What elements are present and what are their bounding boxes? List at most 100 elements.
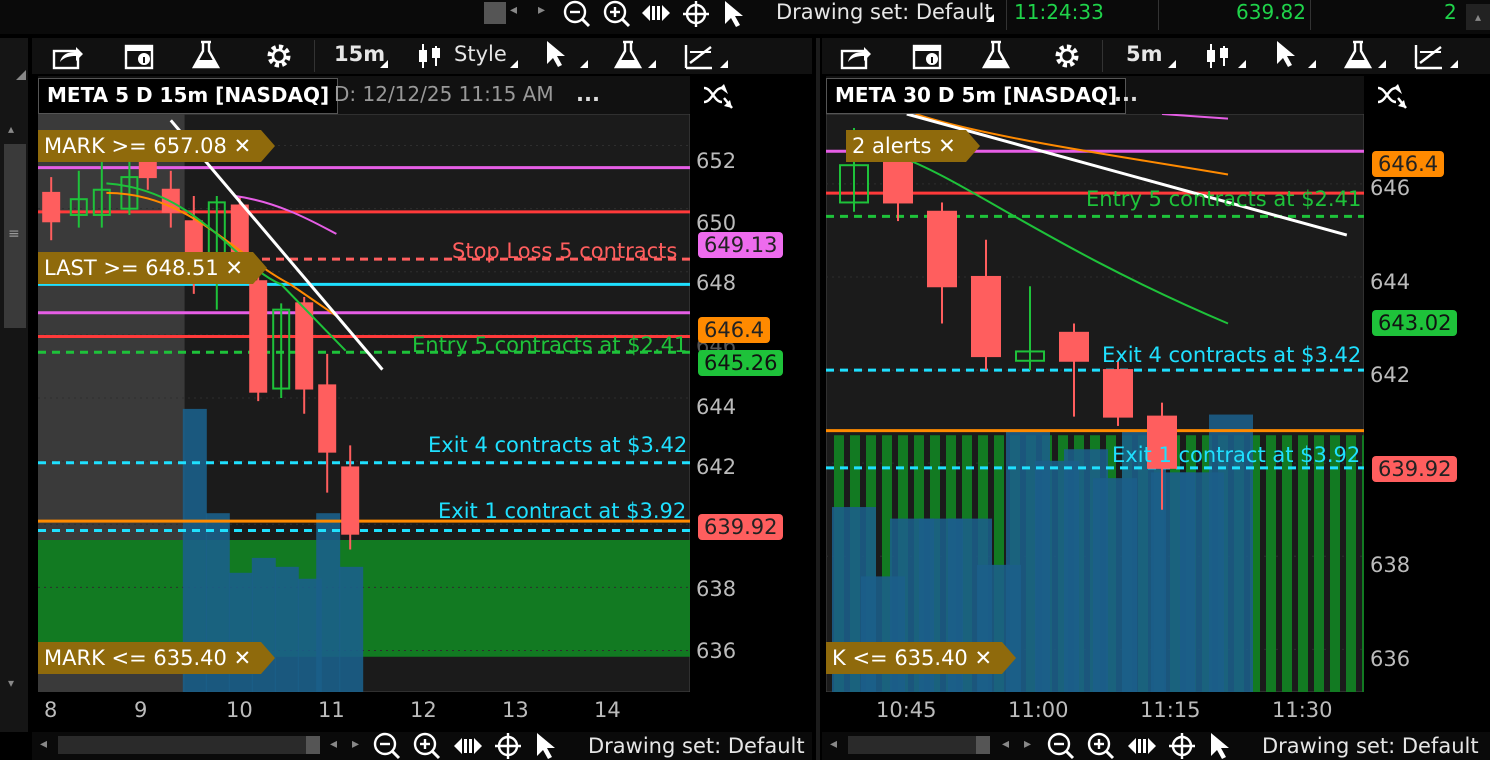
crosshair-icon[interactable] — [682, 0, 710, 28]
scroll-left-icon[interactable]: ◂ — [1002, 736, 1009, 752]
studies-info-icon[interactable] — [124, 42, 156, 70]
studies-info-icon[interactable] — [912, 42, 944, 70]
x-tick: 9 — [134, 698, 148, 722]
zoom-in-icon[interactable] — [412, 732, 442, 760]
scroll-left-icon[interactable]: ◂ — [830, 736, 837, 752]
horizontal-scroll-track[interactable] — [58, 736, 308, 754]
alert-last[interactable]: LAST >= 648.51 ✕ — [38, 252, 268, 284]
share-icon[interactable] — [840, 42, 872, 70]
price-tag-green: 643.02 — [1372, 310, 1458, 336]
gear-icon[interactable] — [264, 41, 294, 71]
dropdown-corner-icon — [986, 14, 994, 22]
candle-style-icon[interactable] — [416, 42, 444, 70]
scroll-left-icon[interactable]: ◂ — [330, 736, 337, 752]
drawing-tools-icon[interactable] — [684, 42, 714, 70]
order-exit-1[interactable]: Exit 1 contract at $3.92 — [438, 499, 686, 523]
scroll-right-icon[interactable]: ▸ — [352, 736, 359, 752]
order-entry[interactable]: Entry 5 contracts at $2.41 — [412, 333, 687, 357]
share-icon[interactable] — [52, 42, 84, 70]
scroll-grip-icon[interactable] — [976, 736, 990, 754]
close-icon[interactable]: ✕ — [234, 134, 252, 158]
cursor-icon[interactable] — [1208, 732, 1232, 760]
crosshair-icon[interactable] — [1168, 732, 1196, 760]
cursor-icon[interactable] — [722, 0, 746, 28]
close-icon[interactable]: ✕ — [234, 646, 252, 670]
alert-mark-high[interactable]: MARK >= 657.08 ✕ — [38, 130, 276, 162]
left-bottom-toolbar: ◂ ◂ ▸ Drawing set: Default — [32, 732, 812, 760]
pan-icon[interactable] — [452, 735, 484, 757]
pan-icon[interactable] — [1126, 735, 1158, 757]
y-tick: 648 — [696, 271, 737, 295]
alert-mark-low[interactable]: K <= 635.40 ✕ — [826, 642, 1017, 674]
timeframe-selector[interactable]: 15m — [334, 42, 385, 66]
auto-scale-icon[interactable] — [702, 80, 734, 110]
order-exit-4[interactable]: Exit 4 contracts at $3.42 — [428, 433, 687, 457]
drag-handle-icon[interactable]: ≡ — [8, 226, 20, 242]
zoom-in-icon[interactable] — [602, 0, 632, 28]
dropdown-corner-icon — [1308, 60, 1316, 68]
top-toolbar: ◂ ▸ Drawing set: Default 11:24:33 639.82… — [0, 0, 1490, 34]
flask-icon[interactable] — [614, 40, 642, 70]
flask-icon[interactable] — [982, 40, 1010, 70]
candle-body — [971, 275, 1001, 358]
scroll-grip-icon[interactable] — [484, 2, 506, 24]
drawing-set-label[interactable]: Drawing set: Default — [1262, 734, 1479, 758]
right-bottom-toolbar: ◂ ◂ ▸ Drawing set: Default — [822, 732, 1490, 760]
alert-two-alerts[interactable]: 2 alerts ✕ — [846, 130, 980, 162]
candle-style-icon[interactable] — [1204, 42, 1232, 70]
order-stop-loss[interactable]: Stop Loss 5 contracts — [452, 239, 677, 263]
pane-divider[interactable] — [816, 38, 820, 760]
x-tick: 11:00 — [1008, 698, 1069, 722]
candle-body — [1103, 369, 1133, 418]
symbol-title[interactable]: META 30 D 5m [NASDAQ] — [826, 78, 1127, 114]
collapse-corner-icon[interactable] — [16, 70, 26, 80]
zoom-out-icon[interactable] — [1046, 732, 1076, 760]
auto-scale-icon[interactable] — [1376, 80, 1408, 110]
more-menu[interactable]: ... — [1114, 82, 1138, 106]
gear-icon[interactable] — [1052, 41, 1082, 71]
alert-mark-low[interactable]: MARK <= 635.40 ✕ — [38, 642, 276, 674]
scroll-up-icon[interactable]: ▴ — [1466, 4, 1490, 30]
zoom-out-icon[interactable] — [562, 0, 592, 28]
cursor-icon[interactable] — [534, 732, 558, 760]
scroll-right-icon[interactable]: ▸ — [1024, 736, 1031, 752]
scroll-down-icon[interactable]: ▾ — [8, 676, 14, 690]
more-menu[interactable]: ... — [576, 82, 600, 106]
x-tick: 8 — [44, 698, 58, 722]
horizontal-scroll-track[interactable] — [848, 736, 978, 754]
scroll-left-icon[interactable]: ◂ — [510, 2, 517, 18]
close-icon[interactable]: ✕ — [974, 646, 992, 670]
zoom-out-icon[interactable] — [372, 732, 402, 760]
flask-icon[interactable] — [1344, 40, 1372, 70]
candle-body — [1059, 331, 1089, 362]
timeframe-selector[interactable]: 5m — [1126, 42, 1163, 66]
close-icon[interactable]: ✕ — [938, 134, 956, 158]
order-exit-1[interactable]: Exit 1 contract at $3.92 — [1112, 443, 1360, 467]
y-tick: 652 — [696, 149, 737, 173]
y-tick: 638 — [696, 577, 737, 601]
drawing-tools-icon[interactable] — [1414, 42, 1444, 70]
scroll-up-icon[interactable]: ▴ — [8, 122, 14, 136]
order-exit-4[interactable]: Exit 4 contracts at $3.42 — [1102, 343, 1361, 367]
crosshair-icon[interactable] — [494, 732, 522, 760]
close-icon[interactable]: ✕ — [225, 256, 243, 280]
cursor-icon[interactable] — [1274, 40, 1298, 70]
order-entry[interactable]: Entry 5 contracts at $2.41 — [1086, 187, 1361, 211]
zoom-in-icon[interactable] — [1086, 732, 1116, 760]
symbol-title[interactable]: META 5 D 15m [NASDAQ] — [38, 78, 339, 114]
x-tick: 13 — [502, 698, 529, 722]
scroll-left-icon[interactable]: ◂ — [40, 736, 47, 752]
pan-icon[interactable] — [640, 2, 672, 24]
count-readout: 2 — [1444, 0, 1457, 24]
flask-icon[interactable] — [192, 40, 220, 70]
style-menu[interactable]: Style — [454, 42, 507, 66]
scroll-grip-icon[interactable] — [306, 736, 320, 754]
price-tag-orange: 646.4 — [1372, 151, 1445, 177]
scroll-right-icon[interactable]: ▸ — [538, 2, 545, 18]
volume-bar — [316, 513, 341, 692]
left-price-chart[interactable] — [38, 114, 690, 692]
cursor-icon[interactable] — [544, 40, 568, 70]
y-tick: 646 — [1370, 176, 1411, 200]
drawing-set-label[interactable]: Drawing set: Default — [588, 734, 805, 758]
drawing-set-label[interactable]: Drawing set: Default — [776, 0, 993, 24]
